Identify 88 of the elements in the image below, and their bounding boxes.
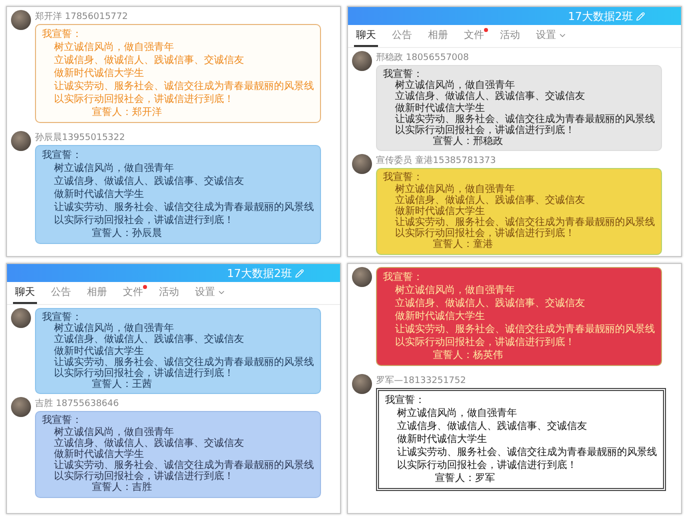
message-signature: 宣誓人：郑开洋 bbox=[91, 106, 163, 119]
message-text: 做新时代诚信大学生 bbox=[396, 433, 488, 446]
tab[interactable]: 文件 bbox=[121, 282, 145, 304]
avatar-icon bbox=[352, 154, 372, 174]
tab[interactable]: 聊天 bbox=[13, 282, 37, 304]
tab[interactable]: 聊天 bbox=[354, 25, 378, 47]
message-signature: 宣誓人：杨英伟 bbox=[432, 349, 504, 362]
message-text: 我宣誓： bbox=[42, 415, 83, 426]
message-text: 我宣誓： bbox=[383, 69, 423, 80]
message-text: 以实际行动回报社会，讲诚信进行到底！ bbox=[53, 471, 235, 482]
avatar-icon bbox=[11, 10, 31, 30]
message-text: 树立诚信风尚，做自强青年 bbox=[53, 41, 175, 54]
message-text: 让诚实劳动、服务社会、诚信交往成为青春最靓丽的风景线 bbox=[394, 323, 655, 336]
message-text: 以实际行动回报社会，讲诚信进行到底！ bbox=[396, 459, 578, 472]
sender-name: 邢稳政 18056557008 bbox=[376, 52, 470, 64]
message-text: 让诚实劳动、服务社会、诚信交往成为青春最靓丽的风景线 bbox=[394, 114, 655, 125]
message-text: 立诚信身、做诚信人、践诚信事、交诚信友 bbox=[53, 54, 245, 67]
message-text: 让诚实劳动、服务社会、诚信交往成为青春最靓丽的风景线 bbox=[53, 80, 314, 93]
message-text: 我宣誓： bbox=[383, 271, 424, 284]
message-text: 立诚信身、做诚信人、践诚信事、交诚信友 bbox=[53, 334, 245, 346]
sender-name: 孙辰晨13955015322 bbox=[35, 132, 126, 144]
message-signature: 宣誓人：邢稳政 bbox=[432, 136, 504, 148]
message-text: 立诚信身、做诚信人、践诚信事、交诚信友 bbox=[396, 420, 588, 433]
message-text: 树立诚信风尚，做自强青年 bbox=[394, 80, 515, 92]
message-text: 树立诚信风尚，做自强青年 bbox=[394, 284, 516, 297]
message-signature: 宣誓人：王茜 bbox=[91, 379, 153, 390]
message-text: 让诚实劳动、服务社会、诚信交往成为青春最靓丽的风景线 bbox=[394, 217, 655, 228]
message-text: 以实际行动回报社会，讲诚信进行到底！ bbox=[394, 228, 576, 240]
avatar-icon bbox=[11, 308, 31, 328]
message-text: 做新时代诚信大学生 bbox=[53, 67, 145, 80]
avatar-icon bbox=[11, 397, 31, 418]
sender-name: 罗军—18133251752 bbox=[376, 374, 467, 387]
message-signature: 宣誓人：罗军 bbox=[434, 472, 496, 485]
message-text: 立诚信身、做诚信人、践诚信事、交诚信友 bbox=[394, 91, 586, 102]
message-text: 让诚实劳动、服务社会、诚信交往成为青春最靓丽的风景线 bbox=[53, 201, 314, 214]
message-text: 让诚实劳动、服务社会、诚信交往成为青春最靓丽的风景线 bbox=[53, 460, 314, 472]
message-text: 让诚实劳动、服务社会、诚信交往成为青春最靓丽的风景线 bbox=[53, 356, 314, 368]
message-text: 做新时代诚信大学生 bbox=[394, 102, 485, 114]
message-text: 立诚信身、做诚信人、践诚信事、交诚信友 bbox=[394, 297, 586, 310]
avatar-icon bbox=[11, 131, 31, 151]
sender-name: 郑开洋 17856015772 bbox=[35, 10, 129, 23]
message-text: 让诚实劳动、服务社会、诚信交往成为青春最靓丽的风景线 bbox=[396, 446, 657, 459]
message-signature: 宣誓人：孙辰晨 bbox=[91, 227, 163, 240]
tab[interactable]: 相册 bbox=[85, 282, 109, 304]
message-signature: 宣誓人：吉胜 bbox=[91, 482, 153, 494]
message-text: 立诚信身、做诚信人、践诚信事、交诚信友 bbox=[53, 438, 245, 449]
message-text: 做新时代诚信大学生 bbox=[53, 346, 144, 357]
message-text: 我宣誓： bbox=[42, 149, 83, 162]
message-text: 以实际行动回报社会，讲诚信进行到底！ bbox=[53, 93, 235, 106]
tab[interactable]: 设置 bbox=[534, 25, 569, 47]
message-text: 立诚信身、做诚信人、践诚信事、交诚信友 bbox=[53, 175, 245, 188]
tab[interactable]: 公告 bbox=[49, 282, 73, 304]
message-text: 树立诚信风尚，做自强青年 bbox=[53, 162, 175, 175]
message-text: 做新时代诚信大学生 bbox=[53, 448, 144, 460]
edit-icon[interactable] bbox=[295, 268, 304, 278]
message-text: 树立诚信风尚，做自强青年 bbox=[396, 407, 518, 420]
message-text: 做新时代诚信大学生 bbox=[394, 310, 486, 323]
tab[interactable]: 活动 bbox=[157, 282, 181, 304]
message-text: 以实际行动回报社会，讲诚信进行到底！ bbox=[394, 124, 576, 136]
message-text: 立诚信身、做诚信人、践诚信事、交诚信友 bbox=[394, 194, 586, 206]
message-text: 以实际行动回报社会，讲诚信进行到底！ bbox=[394, 336, 576, 349]
unread-dot bbox=[484, 28, 488, 32]
tab[interactable]: 设置 bbox=[193, 282, 228, 304]
avatar-icon bbox=[352, 374, 372, 394]
message-text: 我宣誓： bbox=[42, 312, 82, 323]
message-text: 我宣誓： bbox=[42, 28, 83, 41]
message-text: 树立诚信风尚，做自强青年 bbox=[53, 323, 174, 334]
unread-dot bbox=[143, 285, 147, 289]
message-text: 我宣誓： bbox=[385, 394, 426, 407]
message-text: 以实际行动回报社会，讲诚信进行到底！ bbox=[53, 368, 235, 379]
sender-name: 吉胜 18755638646 bbox=[35, 398, 120, 410]
message-text: 做新时代诚信大学生 bbox=[53, 188, 145, 201]
avatar-icon bbox=[352, 267, 372, 287]
message-text: 树立诚信风尚，做自强青年 bbox=[53, 426, 174, 438]
message-text: 以实际行动回报社会，讲诚信进行到底！ bbox=[53, 214, 235, 227]
group-title: 17大数据2班 bbox=[227, 266, 292, 280]
tab[interactable]: 活动 bbox=[498, 25, 522, 47]
tab[interactable]: 文件 bbox=[462, 25, 486, 47]
avatar-icon bbox=[352, 51, 372, 71]
message-text: 树立诚信风尚，做自强青年 bbox=[394, 184, 515, 194]
group-title: 17大数据2班 bbox=[568, 8, 633, 24]
edit-icon[interactable] bbox=[636, 12, 645, 20]
message-signature: 宣誓人：童港 bbox=[432, 239, 494, 251]
tab[interactable]: 公告 bbox=[390, 25, 414, 47]
message-text: 做新时代诚信大学生 bbox=[394, 206, 485, 217]
message-text: 我宣誓： bbox=[383, 172, 424, 184]
tab[interactable]: 相册 bbox=[426, 25, 450, 47]
sender-name: 宣传委员 童港15385781373 bbox=[376, 154, 497, 168]
